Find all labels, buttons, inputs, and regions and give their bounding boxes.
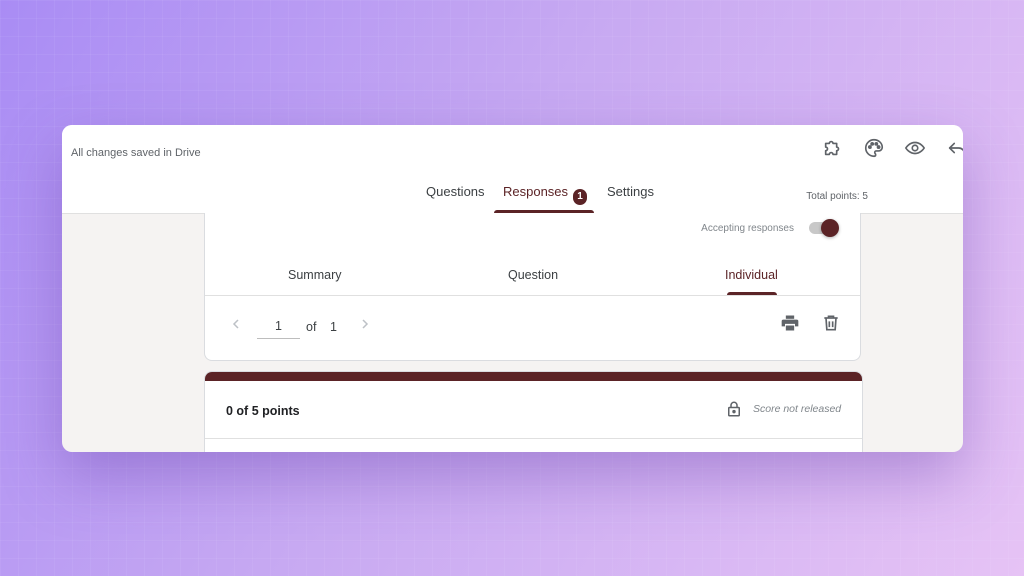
pager-of-label: of xyxy=(306,320,317,334)
score-divider xyxy=(205,438,862,439)
top-header: All changes saved in Drive Questions Res… xyxy=(62,125,963,214)
page-number-input[interactable]: 1 xyxy=(257,316,300,339)
responses-card: Accepting responses Summary Question Ind… xyxy=(204,213,861,361)
subtab-summary[interactable]: Summary xyxy=(288,268,341,282)
lock-icon xyxy=(725,400,743,418)
score-release-status: Score not released xyxy=(753,403,842,415)
score-card-accent-band xyxy=(205,372,862,381)
total-points: Total points: 5 xyxy=(806,191,868,202)
accepting-responses-toggle[interactable] xyxy=(807,219,839,237)
forms-window: All changes saved in Drive Questions Res… xyxy=(62,125,963,452)
card-divider xyxy=(205,295,860,296)
undo-icon[interactable] xyxy=(946,137,963,159)
responses-count-badge: 1 xyxy=(573,189,587,205)
chevron-left-icon[interactable] xyxy=(230,318,242,330)
save-status: All changes saved in Drive xyxy=(71,147,201,159)
print-icon[interactable] xyxy=(780,313,800,333)
palette-icon[interactable] xyxy=(863,137,885,159)
subtab-question[interactable]: Question xyxy=(508,268,558,282)
tab-questions[interactable]: Questions xyxy=(426,184,485,214)
score-points: 0 of 5 points xyxy=(226,404,300,418)
score-card: 0 of 5 points Score not released xyxy=(204,371,863,452)
trash-icon[interactable] xyxy=(821,313,841,333)
eye-icon[interactable] xyxy=(904,137,926,159)
accepting-responses-label: Accepting responses xyxy=(701,223,794,234)
toggle-knob xyxy=(821,219,839,237)
tab-settings[interactable]: Settings xyxy=(607,184,654,214)
subtab-individual[interactable]: Individual xyxy=(725,268,778,282)
pager-total: 1 xyxy=(330,320,337,334)
puzzle-icon[interactable] xyxy=(822,137,844,159)
chevron-right-icon[interactable] xyxy=(359,318,371,330)
